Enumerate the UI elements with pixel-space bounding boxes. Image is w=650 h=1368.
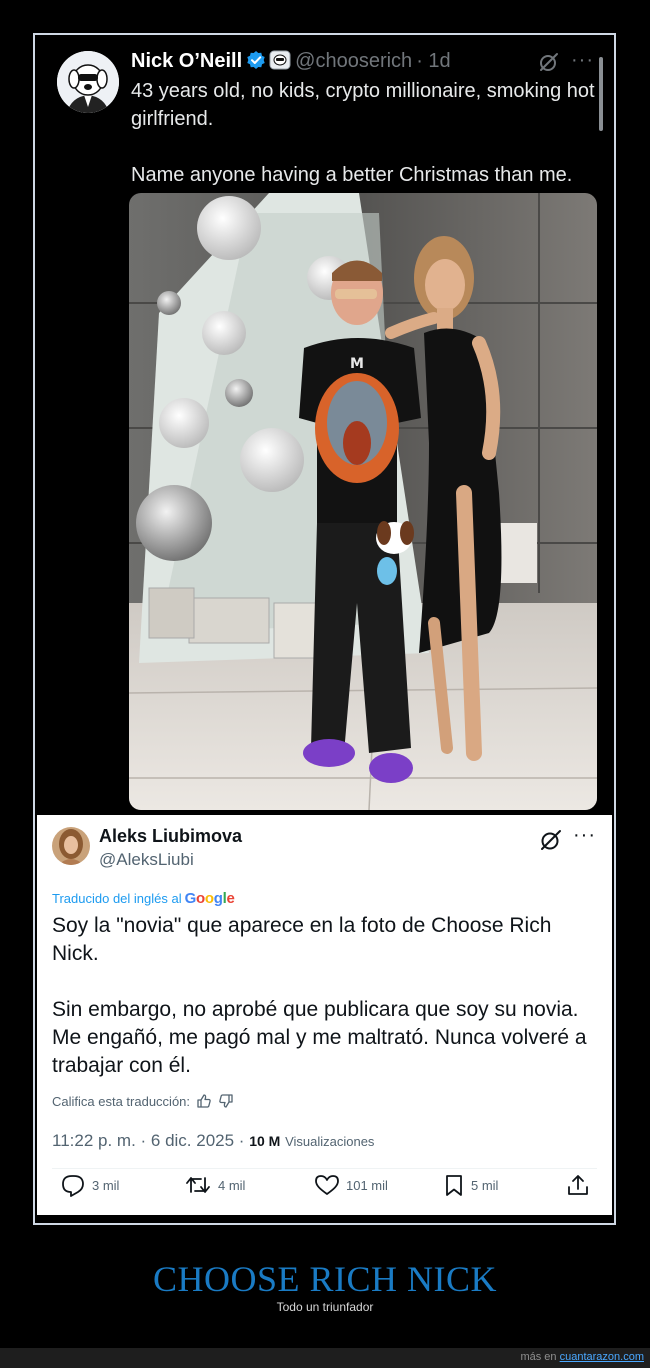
thumbs-down-icon[interactable] bbox=[218, 1093, 234, 1109]
author-handle[interactable]: @AleksLiubi bbox=[99, 850, 194, 870]
meme-subtitle: Todo un triunfador bbox=[276, 1300, 374, 1314]
repost-count: 4 mil bbox=[218, 1177, 246, 1193]
translation-notice[interactable]: Traducido del inglés al Google bbox=[52, 890, 235, 907]
google-logo: Google bbox=[185, 890, 235, 907]
timestamp[interactable]: 11:22 p. m. · 6 dic. 2025 · bbox=[52, 1131, 244, 1150]
grok-icon[interactable] bbox=[539, 828, 563, 857]
bookmark-count: 5 mil bbox=[471, 1177, 499, 1193]
google-letter: o bbox=[195, 890, 205, 907]
action-bar: 3 mil 4 mil 101 mil 5 mil bbox=[52, 1173, 597, 1207]
org-badge-icon[interactable] bbox=[269, 50, 291, 76]
meme-frame: Nick O’Neill @chooserich · 1d ··· 43 years… bbox=[33, 33, 616, 1225]
reply-button[interactable]: 3 mil bbox=[60, 1173, 119, 1197]
translation-prefix: Traducido del inglés al bbox=[52, 891, 182, 906]
meme-title: CHOOSE RICH NICK bbox=[152, 1259, 498, 1299]
grok-icon[interactable] bbox=[538, 51, 560, 78]
share-button[interactable] bbox=[566, 1173, 590, 1197]
bookmark-button[interactable]: 5 mil bbox=[443, 1173, 498, 1197]
bookmark-icon bbox=[443, 1173, 465, 1197]
footer-prefix: más en bbox=[520, 1351, 557, 1363]
tweet-header: Nick O’Neill @chooserich · 1d bbox=[131, 49, 451, 76]
post-time[interactable]: · 1d bbox=[416, 50, 450, 72]
heart-icon bbox=[314, 1173, 340, 1197]
views-label: Visualizaciones bbox=[285, 1134, 375, 1149]
site-link[interactable]: cuantarazon.com bbox=[560, 1351, 644, 1363]
google-letter: G bbox=[184, 890, 197, 907]
tweet-meta: 11:22 p. m. · 6 dic. 2025 · 10 M Visuali… bbox=[52, 1131, 374, 1151]
footer-text: más en cuantarazon.com bbox=[520, 1351, 644, 1363]
views-count: 10 M bbox=[249, 1133, 281, 1149]
svg-text:M: M bbox=[350, 356, 364, 372]
google-letter: o bbox=[204, 890, 214, 907]
google-letter: g bbox=[213, 890, 223, 907]
like-count: 101 mil bbox=[346, 1177, 388, 1193]
repost-button[interactable]: 4 mil bbox=[184, 1173, 245, 1197]
author-name[interactable]: Nick O’Neill bbox=[131, 50, 242, 72]
divider bbox=[52, 1168, 597, 1169]
tweet-nick: Nick O’Neill @chooserich · 1d ··· 43 years… bbox=[43, 43, 608, 815]
more-icon[interactable]: ··· bbox=[573, 824, 596, 847]
scrollbar[interactable] bbox=[599, 57, 603, 131]
rate-label: Califica esta traducción: bbox=[52, 1093, 191, 1109]
reply-icon bbox=[60, 1173, 86, 1197]
tweet-aleks: Aleks Liubimova @AleksLiubi ··· Traducid… bbox=[37, 815, 612, 1215]
like-button[interactable]: 101 mil bbox=[314, 1173, 388, 1197]
tweet-text: 43 years old, no kids, crypto millionair… bbox=[131, 80, 595, 186]
avatar-aleks[interactable] bbox=[52, 827, 90, 865]
footer-bar: más en cuantarazon.com bbox=[0, 1348, 650, 1368]
repost-icon bbox=[184, 1173, 212, 1197]
translation-rating: Califica esta traducción: bbox=[52, 1093, 234, 1109]
share-icon bbox=[566, 1173, 590, 1197]
thumbs-up-icon[interactable] bbox=[196, 1093, 212, 1109]
reply-count: 3 mil bbox=[92, 1177, 120, 1193]
avatar-nick[interactable] bbox=[57, 51, 119, 113]
verified-badge-icon bbox=[246, 50, 266, 76]
tweet-text: Soy la "novia" que aparece en la foto de… bbox=[52, 914, 587, 1077]
tweet-photo[interactable]: M bbox=[129, 193, 597, 810]
author-handle[interactable]: @chooserich bbox=[295, 50, 412, 72]
more-icon[interactable]: ··· bbox=[571, 49, 594, 72]
author-name[interactable]: Aleks Liubimova bbox=[99, 826, 242, 847]
google-letter: e bbox=[226, 890, 235, 907]
